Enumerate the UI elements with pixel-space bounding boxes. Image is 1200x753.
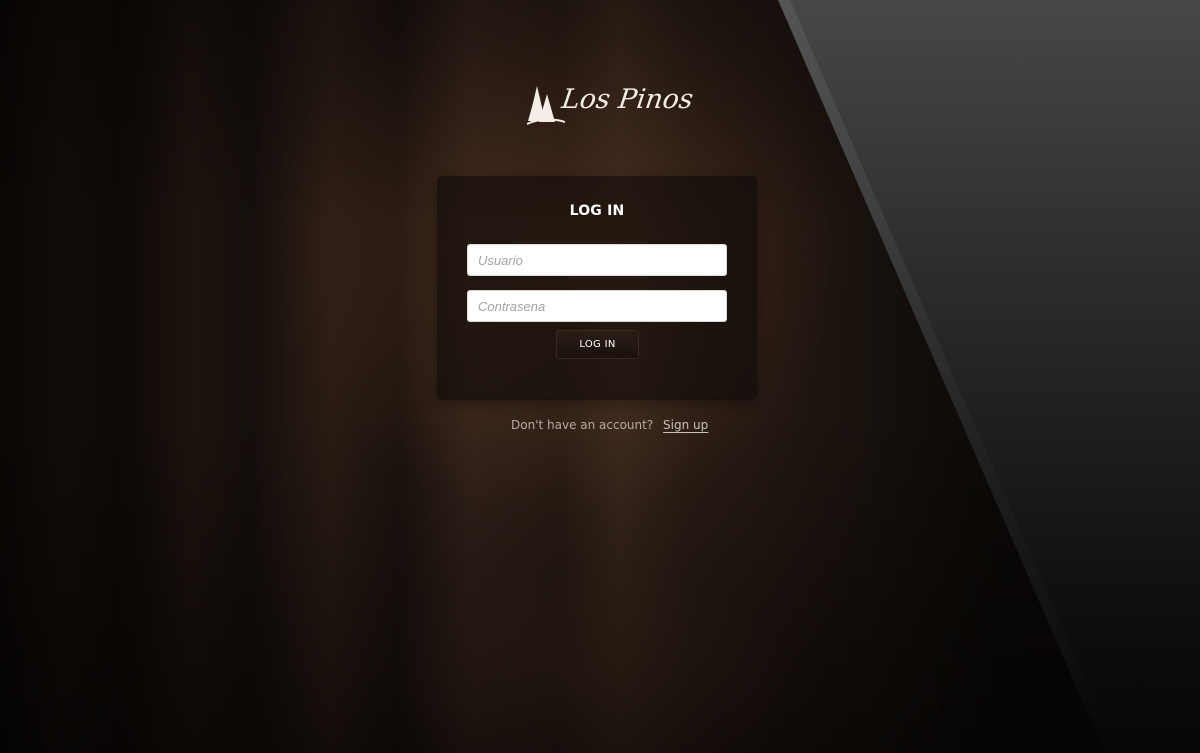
signup-row: Don't have an account? Sign up [500,418,708,438]
brand-logo-text: Los Pinos [559,84,696,115]
signup-link[interactable]: Sign up [663,418,708,432]
login-button[interactable]: LOG IN [556,330,639,359]
brand-logo: Los Pinos [525,80,695,130]
login-title: LOG IN [569,203,625,219]
signup-prompt: Don't have an account? [511,418,654,432]
pine-trees-icon [526,86,565,125]
username-input[interactable] [467,244,727,276]
password-input[interactable] [467,290,727,322]
login-card: LOG IN LOG IN [438,177,756,399]
